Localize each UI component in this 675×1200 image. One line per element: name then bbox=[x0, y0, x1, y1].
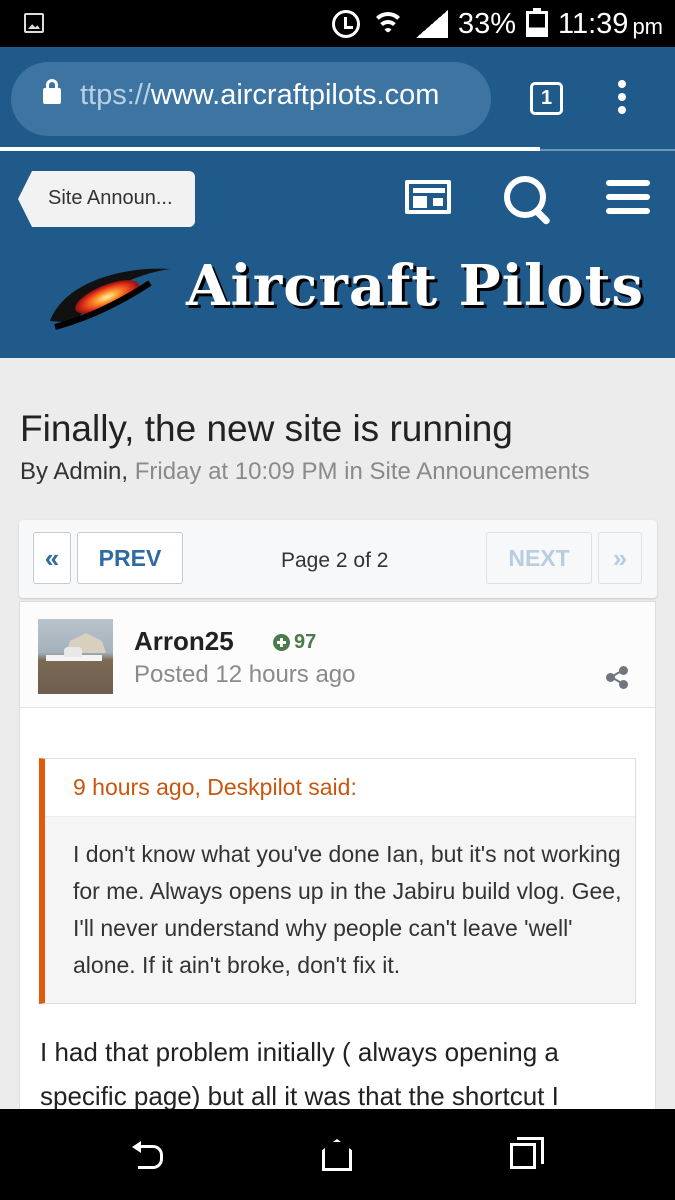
url-text: ttps://www.aircraftpilots.com bbox=[80, 79, 439, 112]
clock-ampm: pm bbox=[632, 14, 663, 39]
url-scheme: ttps:// bbox=[80, 79, 151, 111]
lock-icon bbox=[43, 79, 61, 104]
site-header: Site Announ... Aircraft Pilots bbox=[0, 151, 675, 358]
news-icon[interactable] bbox=[405, 180, 451, 214]
post-timestamp[interactable]: Posted 12 hours ago bbox=[134, 661, 356, 689]
byline-date-category[interactable]: Friday at 10:09 PM in Site Announcements bbox=[135, 458, 590, 485]
battery-icon bbox=[526, 8, 549, 37]
quote-citation[interactable]: 9 hours ago, Deskpilot said: bbox=[73, 774, 357, 801]
system-nav-bar bbox=[0, 1109, 675, 1200]
browser-toolbar: ttps://www.aircraftpilots.com 1 bbox=[0, 47, 675, 151]
page-indicator[interactable]: Page 2 of 2 bbox=[281, 549, 388, 573]
reputation-count: 97 bbox=[294, 631, 317, 653]
alarm-icon bbox=[331, 10, 360, 38]
plus-circle-icon bbox=[273, 634, 290, 651]
search-icon[interactable] bbox=[504, 176, 552, 228]
clock-time: 11:39 bbox=[558, 7, 629, 40]
post-body: I had that problem initially ( always op… bbox=[40, 1037, 559, 1111]
signal-icon bbox=[415, 10, 448, 38]
quote-header[interactable]: 9 hours ago, Deskpilot said: bbox=[45, 759, 635, 817]
article-byline: By Admin, Friday at 10:09 PM in Site Ann… bbox=[20, 458, 590, 486]
back-to-forum-label: Site Announ... bbox=[48, 187, 173, 209]
avatar[interactable] bbox=[38, 619, 113, 694]
pagination: « PREV Page 2 of 2 NEXT » bbox=[19, 520, 657, 598]
page-title: Finally, the new site is running bbox=[20, 408, 513, 449]
recents-icon[interactable] bbox=[510, 1137, 544, 1169]
back-icon[interactable] bbox=[132, 1141, 166, 1169]
byline-author[interactable]: By Admin, bbox=[20, 458, 128, 485]
next-page-button[interactable]: NEXT bbox=[486, 532, 592, 584]
wifi-icon bbox=[370, 10, 406, 38]
prev-page-button[interactable]: PREV bbox=[77, 532, 183, 584]
logo-swoosh-icon bbox=[50, 268, 170, 330]
status-bar: 33% 11:39 pm bbox=[0, 0, 675, 47]
battery-percent: 33% bbox=[457, 7, 517, 40]
tab-switcher-button[interactable]: 1 bbox=[530, 82, 563, 115]
post-author[interactable]: Arron25 bbox=[134, 626, 234, 657]
quote-body: I don't know what you've done Ian, but i… bbox=[73, 841, 622, 978]
menu-icon[interactable] bbox=[606, 180, 650, 216]
site-logo-text[interactable]: Aircraft Pilots bbox=[186, 253, 644, 319]
first-page-button[interactable]: « bbox=[33, 532, 71, 584]
url-host: www.aircraftpilots.com bbox=[150, 79, 440, 111]
back-to-forum-button[interactable]: Site Announ... bbox=[18, 171, 195, 227]
comment-post: Arron25 97 Posted 12 hours ago 9 hours a… bbox=[19, 601, 656, 1121]
reputation-badge: 97 bbox=[273, 631, 316, 654]
last-page-button[interactable]: » bbox=[598, 532, 642, 584]
image-notification-icon bbox=[24, 13, 44, 33]
browser-menu-icon[interactable] bbox=[614, 80, 630, 120]
share-icon[interactable] bbox=[606, 666, 628, 689]
status-right: 33% 11:39 pm bbox=[331, 6, 663, 42]
post-header: Arron25 97 Posted 12 hours ago bbox=[20, 602, 655, 708]
url-bar[interactable]: ttps://www.aircraftpilots.com bbox=[11, 62, 491, 136]
quote-block: 9 hours ago, Deskpilot said: I don't kno… bbox=[39, 758, 636, 1004]
